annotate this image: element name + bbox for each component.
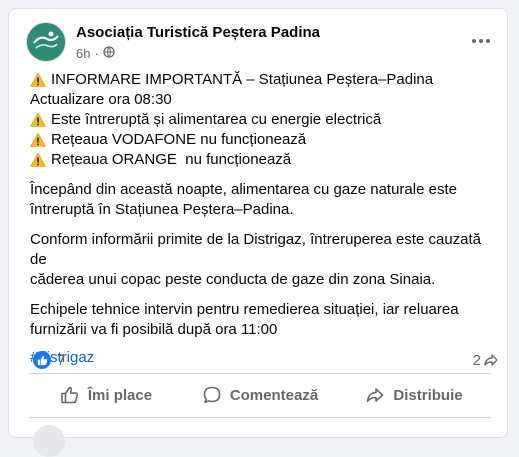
paragraph-line: întreruptă în Stațiunea Peștera–Padina. (30, 201, 294, 218)
post-header: Asociația Turistică Peștera Padina 6h · (26, 22, 320, 62)
post-meta: 6h · (76, 46, 320, 62)
warning-icon (30, 112, 46, 127)
post-paragraph: Conform informării primite de la Distrig… (30, 230, 500, 290)
author-block: Asociația Turistică Peștera Padina 6h · (76, 23, 320, 62)
post-line: Rețeaua VODAFONE nu funcționează (30, 130, 500, 150)
action-divider (29, 373, 491, 374)
more-options-button[interactable] (469, 31, 493, 51)
like-button[interactable]: Îmi place (29, 379, 183, 411)
post-time[interactable]: 6h (76, 46, 90, 62)
post-paragraph: Începând din această noapte, alimentarea… (30, 180, 500, 220)
paragraph-line: furnizării va fi posibilă după ora 11:00 (30, 321, 278, 338)
post-line-text: Este întreruptă și alimentarea cu energi… (51, 111, 382, 128)
paragraph-line: Echipele tehnice intervin pentru remedie… (30, 301, 459, 318)
post-line-text: Actualizare ora 08:30 (30, 91, 172, 108)
thumbs-up-icon (61, 386, 78, 404)
comment-bubble-icon (203, 386, 221, 404)
action-bar: Îmi place Comentează Distribuie (29, 379, 491, 411)
share-button[interactable]: Distribuie (337, 379, 491, 411)
post-line: Rețeaua ORANGE nu funcționează (30, 150, 500, 170)
post-paragraph: Echipele tehnice intervin pentru remedie… (30, 300, 500, 340)
comment-button[interactable]: Comentează (183, 379, 337, 411)
post-text: INFORMARE IMPORTANTĂ – Stațiunea Peștera… (30, 70, 500, 368)
comment-label: Comentează (229, 386, 319, 404)
paragraph-line: căderea unui copac peste conducta de gaz… (30, 271, 436, 288)
share-summary[interactable]: 2 (473, 352, 499, 369)
share-count: 2 (472, 351, 481, 369)
warning-icon (30, 152, 46, 167)
like-summary[interactable]: 7 (33, 351, 65, 369)
like-label: Îmi place (87, 386, 153, 404)
share-label: Distribuie (393, 386, 463, 404)
post-line-text: Rețeaua VODAFONE nu funcționează (51, 131, 307, 148)
post-card: Asociația Turistică Peștera Padina 6h · (8, 8, 508, 457)
post-line-text: Rețeaua ORANGE nu funcționează (51, 151, 292, 168)
paragraph-line: Conform informării primite de la Distrig… (30, 231, 482, 268)
page-avatar[interactable] (26, 22, 66, 62)
warning-icon (30, 72, 46, 87)
comment-avatar (33, 425, 65, 457)
post-line-text: INFORMARE IMPORTANTĂ – Stațiunea Peștera… (51, 71, 434, 88)
post-line: Actualizare ora 08:30 (30, 90, 500, 110)
like-count: 7 (57, 351, 66, 369)
warning-icon (30, 132, 46, 147)
share-arrow-icon (484, 354, 498, 366)
comments-divider (29, 417, 491, 418)
post-line: INFORMARE IMPORTANTĂ – Stațiunea Peștera… (30, 70, 500, 90)
reactions-bar: 7 2 (33, 349, 499, 371)
paragraph-line: Începând din această noapte, alimentarea… (30, 181, 457, 198)
like-reaction-icon (33, 351, 51, 369)
page-name[interactable]: Asociația Turistică Peștera Padina (76, 23, 320, 42)
post-line: Este întreruptă și alimentarea cu energi… (30, 110, 500, 130)
ellipsis-icon (472, 39, 490, 43)
share-icon (367, 388, 384, 403)
globe-icon (103, 45, 115, 62)
meta-separator: · (94, 45, 99, 61)
